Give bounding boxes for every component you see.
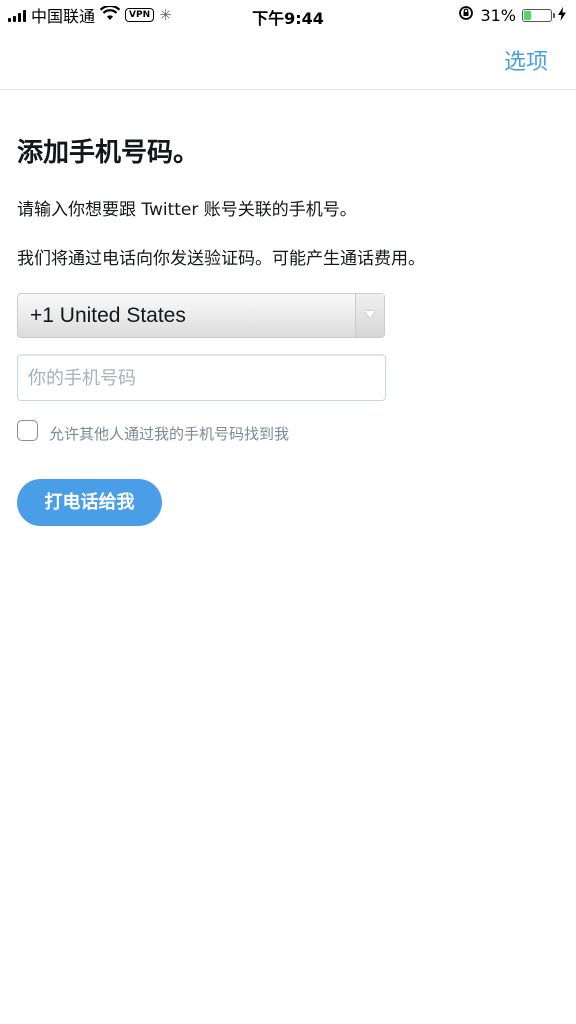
country-code-value: +1 United States [30, 304, 186, 327]
page-title: 添加手机号码。 [17, 138, 200, 168]
navigation-bar: 选项 [0, 32, 576, 90]
rotation-lock-icon [458, 5, 474, 25]
battery-percent: 31% [480, 5, 516, 25]
discoverable-label[interactable]: 允许其他人通过我的手机号码找到我 [49, 423, 289, 444]
phone-number-input[interactable] [17, 354, 386, 401]
country-code-select[interactable]: +1 United States [17, 293, 385, 338]
call-notice-text: 我们将通过电话向你发送验证码。可能产生通话费用。 [17, 249, 425, 269]
charging-bolt-icon [558, 6, 566, 25]
options-button[interactable]: 选项 [504, 44, 548, 76]
battery-level [524, 10, 531, 20]
status-bar-right: 31% [458, 5, 566, 25]
description-text: 请输入你想要跟 Twitter 账号关联的手机号。 [17, 200, 357, 220]
battery-icon [522, 8, 555, 22]
status-bar: 中国联通 VPN ✳ 下午9:44 31% [0, 0, 576, 32]
dropdown-arrow-icon [355, 294, 384, 337]
discoverable-checkbox[interactable] [17, 420, 38, 441]
call-me-button[interactable]: 打电话给我 [17, 479, 162, 526]
